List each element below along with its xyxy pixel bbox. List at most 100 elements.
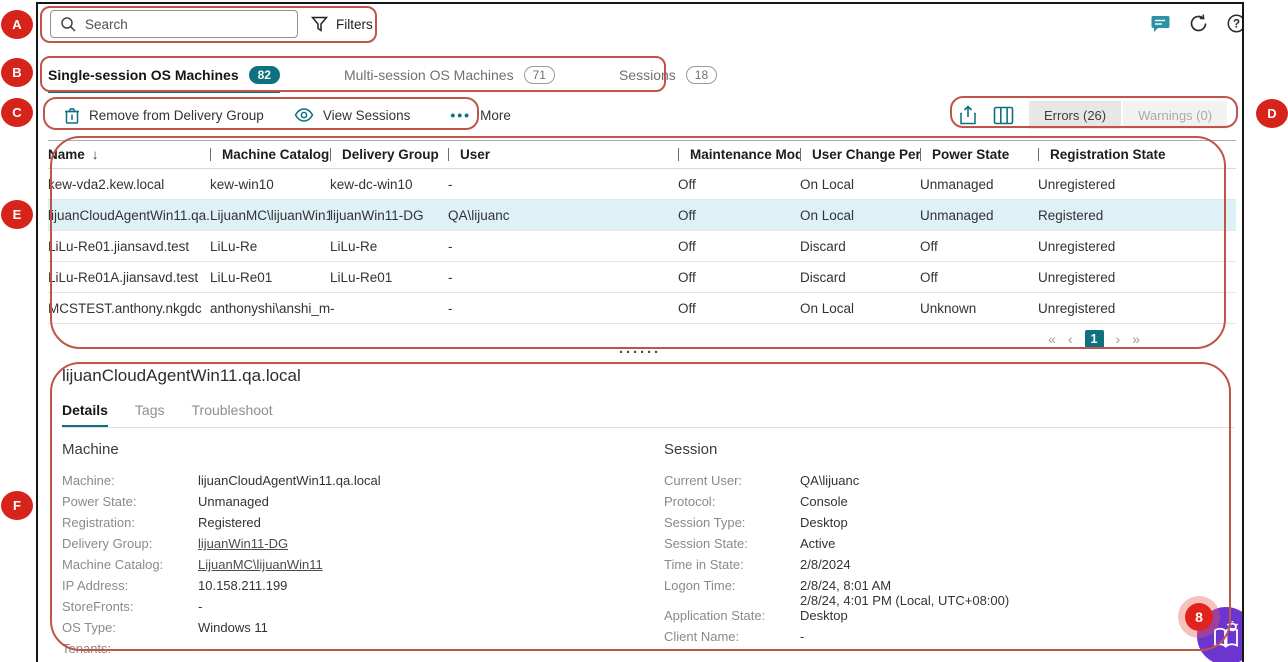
- field-value-wrap: Active: [800, 536, 835, 551]
- column-header-user[interactable]: User: [448, 147, 678, 162]
- columns-icon[interactable]: [993, 106, 1014, 125]
- field-row-ip-address: IP Address:10.158.211.199: [62, 578, 637, 599]
- table-row[interactable]: LiLu-Re01.jiansavd.testLiLu-ReLiLu-Re-Of…: [48, 231, 1236, 262]
- field-value-link[interactable]: lijuanWin11-DG: [198, 536, 288, 551]
- field-label: Protocol:: [664, 494, 800, 509]
- search-box[interactable]: [50, 10, 298, 38]
- cell-machine-catalog: LijuanMC\lijuanWin11: [210, 208, 330, 223]
- cell-user-change-persi: On Local: [800, 177, 920, 192]
- field-label: Power State:: [62, 494, 198, 509]
- tab-label: Sessions: [619, 67, 676, 83]
- tab-label: Multi-session OS Machines: [344, 67, 514, 83]
- column-header-power-state[interactable]: Power State: [920, 147, 1038, 162]
- field-label: IP Address:: [62, 578, 198, 593]
- column-header-name[interactable]: Name↓: [48, 147, 210, 162]
- column-header-label: Registration State: [1050, 147, 1166, 162]
- more-button[interactable]: ••• More: [450, 107, 510, 123]
- cell-registration-state: Unregistered: [1038, 177, 1234, 192]
- guide-book-bulb-icon: [1209, 620, 1243, 652]
- cell-maintenance-mode: Off: [678, 177, 800, 192]
- field-row-tenants: Tenants:-: [62, 641, 637, 662]
- field-value-wrap: Registered: [198, 515, 261, 530]
- field-row-client-name: Client Name:-: [664, 629, 1239, 650]
- pagination-current-page[interactable]: 1: [1085, 330, 1104, 349]
- tab-sessions[interactable]: Sessions18: [619, 56, 717, 93]
- search-input[interactable]: [85, 17, 288, 32]
- table-row[interactable]: LiLu-Re01A.jiansavd.testLiLu-Re01LiLu-Re…: [48, 262, 1236, 293]
- field-value-wrap: -: [198, 641, 202, 656]
- field-value-wrap: lijuanCloudAgentWin11.qa.local: [198, 473, 381, 488]
- pagination-next[interactable]: ›: [1116, 331, 1121, 347]
- export-icon[interactable]: [958, 105, 978, 126]
- column-header-label: Power State: [932, 147, 1009, 162]
- column-header-delivery-group[interactable]: Delivery Group: [330, 147, 448, 162]
- help-icon[interactable]: ?: [1226, 13, 1244, 34]
- cell-power-state: Unmanaged: [920, 177, 1038, 192]
- column-header-label: User: [460, 147, 490, 162]
- remove-from-delivery-group-button[interactable]: Remove from Delivery Group: [64, 107, 264, 124]
- field-value: 2/8/2024: [800, 557, 851, 572]
- field-row-delivery-group: Delivery Group:lijuanWin11-DG: [62, 536, 637, 557]
- field-label: Logon Time:: [664, 578, 800, 593]
- cell-machine-catalog: anthonyshi\anshi_m...: [210, 301, 330, 316]
- tab-label: Single-session OS Machines: [48, 67, 239, 83]
- details-tab-troubleshoot[interactable]: Troubleshoot: [192, 402, 273, 428]
- session-section-heading: Session: [664, 441, 1239, 458]
- pagination-last[interactable]: »: [1132, 331, 1140, 347]
- errors-filter-button[interactable]: Errors (26): [1029, 101, 1121, 129]
- field-value-wrap: QA\lijuanc: [800, 473, 859, 488]
- view-sessions-button[interactable]: View Sessions: [294, 108, 411, 123]
- table-row[interactable]: lijuanCloudAgentWin11.qa.lo...LijuanMC\l…: [48, 200, 1236, 231]
- column-header-label: User Change Persi...: [812, 147, 920, 162]
- field-row-session-type: Session Type:Desktop: [664, 515, 1239, 536]
- cell-name: MCSTEST.anthony.nkgdc: [48, 301, 210, 316]
- details-tab-tags[interactable]: Tags: [135, 402, 165, 428]
- details-tab-details[interactable]: Details: [62, 402, 108, 428]
- pagination-first[interactable]: «: [1048, 331, 1056, 347]
- cell-user: -: [448, 301, 678, 316]
- tab-multi-session-os-machines[interactable]: Multi-session OS Machines 71: [344, 56, 555, 93]
- field-value: Windows 11: [198, 620, 268, 635]
- cell-registration-state: Unregistered: [1038, 270, 1234, 285]
- tab-single-session-os-machines[interactable]: Single-session OS Machines82: [48, 56, 280, 93]
- column-header-user-change-persi[interactable]: User Change Persi...: [800, 147, 920, 162]
- field-row-storefronts: StoreFronts:-: [62, 599, 637, 620]
- cell-maintenance-mode: Off: [678, 301, 800, 316]
- filters-label: Filters: [336, 17, 373, 32]
- guide-notification-badge[interactable]: 8: [1185, 603, 1213, 631]
- field-row-session-state: Session State:Active: [664, 536, 1239, 557]
- cell-delivery-group: -: [330, 301, 448, 316]
- feedback-icon[interactable]: [1150, 13, 1171, 34]
- table-tools: Errors (26) Warnings (0): [958, 100, 1227, 130]
- filters-button[interactable]: Filters: [311, 10, 373, 38]
- column-header-maintenance-mode[interactable]: Maintenance Mode: [678, 147, 800, 162]
- column-header-machine-catalog[interactable]: Machine Catalog: [210, 147, 330, 162]
- field-label: Time in State:: [664, 557, 800, 572]
- cell-maintenance-mode: Off: [678, 270, 800, 285]
- field-label: Client Name:: [664, 629, 800, 644]
- refresh-icon[interactable]: [1188, 13, 1209, 34]
- field-value: Registered: [198, 515, 261, 530]
- field-value: lijuanCloudAgentWin11.qa.local: [198, 473, 381, 488]
- field-value-link[interactable]: LijuanMC\lijuanWin11: [198, 557, 323, 572]
- column-header-registration-state[interactable]: Registration State: [1038, 147, 1234, 162]
- annotation-label-a: A: [1, 10, 33, 39]
- cell-delivery-group: LiLu-Re01: [330, 270, 448, 285]
- panel-splitter-handle[interactable]: ······: [38, 348, 1242, 358]
- view-sessions-label: View Sessions: [323, 108, 411, 123]
- details-panel-title: lijuanCloudAgentWin11.qa.local: [62, 366, 301, 386]
- field-value-wrap: LijuanMC\lijuanWin11: [198, 557, 323, 572]
- more-dots-icon: •••: [450, 107, 471, 123]
- tab-count-badge: 71: [524, 66, 555, 84]
- column-header-label: Maintenance Mode: [690, 147, 800, 162]
- remove-label: Remove from Delivery Group: [89, 108, 264, 123]
- more-label: More: [480, 108, 511, 123]
- pagination-prev[interactable]: ‹: [1068, 331, 1073, 347]
- field-value-wrap: 2/8/2024: [800, 557, 851, 572]
- table-row[interactable]: MCSTEST.anthony.nkgdcanthonyshi\anshi_m.…: [48, 293, 1236, 324]
- warnings-filter-button[interactable]: Warnings (0): [1123, 101, 1227, 129]
- table-row[interactable]: kew-vda2.kew.localkew-win10kew-dc-win10-…: [48, 169, 1236, 200]
- field-value: Desktop: [800, 608, 848, 623]
- field-value-line2: 2/8/24, 4:01 PM (Local, UTC+08:00): [800, 593, 1009, 608]
- field-label: StoreFronts:: [62, 599, 198, 614]
